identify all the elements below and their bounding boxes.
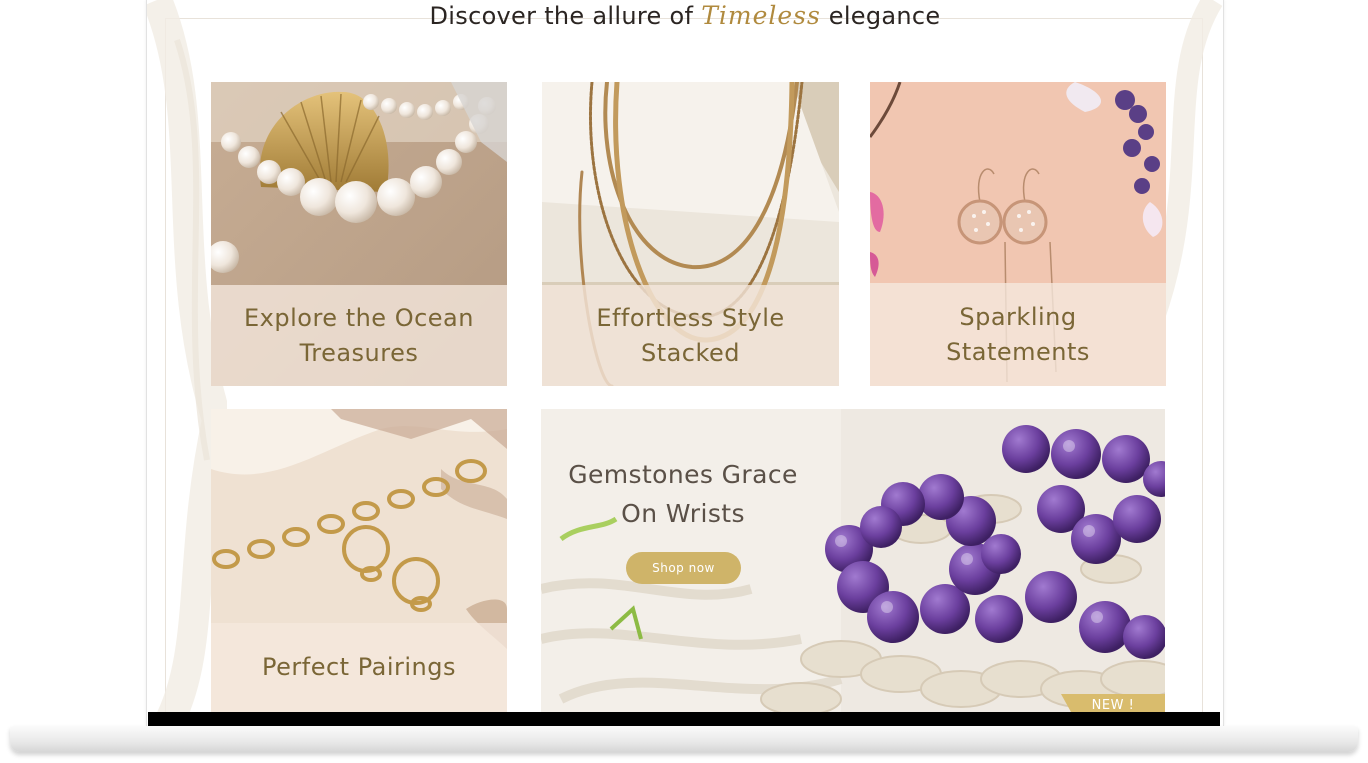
hero-banner-gemstones[interactable]: Gemstones Grace On Wrists Shop now NEW ! <box>541 409 1165 712</box>
tile-caption: Sparkling Statements <box>946 302 1090 366</box>
heading-suffix: elegance <box>828 2 941 30</box>
laptop-screen: Discover the allure of Timeless elegance <box>146 0 1224 726</box>
tile-caption: Perfect Pairings <box>262 653 456 681</box>
section-heading: Discover the allure of Timeless elegance <box>147 0 1223 32</box>
caption-band: Sparkling Statements <box>870 283 1166 386</box>
category-tile-effortless-style[interactable]: Effortless Style Stacked <box>542 82 839 386</box>
category-tile-ocean-treasures[interactable]: Explore the Ocean Treasures <box>211 82 507 386</box>
heading-prefix: Discover the allure of <box>429 2 694 30</box>
tile-caption: Explore the Ocean Treasures <box>244 303 474 367</box>
tile-caption: Effortless Style Stacked <box>596 303 785 367</box>
new-badge: NEW ! <box>1061 694 1165 712</box>
shop-now-button[interactable]: Shop now <box>626 552 741 584</box>
laptop-base <box>10 726 1358 752</box>
category-tile-perfect-pairings[interactable]: Perfect Pairings <box>211 409 507 712</box>
heading-script-word: Timeless <box>701 1 821 30</box>
caption-band: Perfect Pairings <box>211 623 507 712</box>
hero-title: Gemstones Grace On Wrists <box>568 460 798 528</box>
category-tile-sparkling-statements[interactable]: Sparkling Statements <box>870 82 1166 386</box>
caption-band: Explore the Ocean Treasures <box>211 285 507 386</box>
caption-band: Effortless Style Stacked <box>542 285 839 386</box>
